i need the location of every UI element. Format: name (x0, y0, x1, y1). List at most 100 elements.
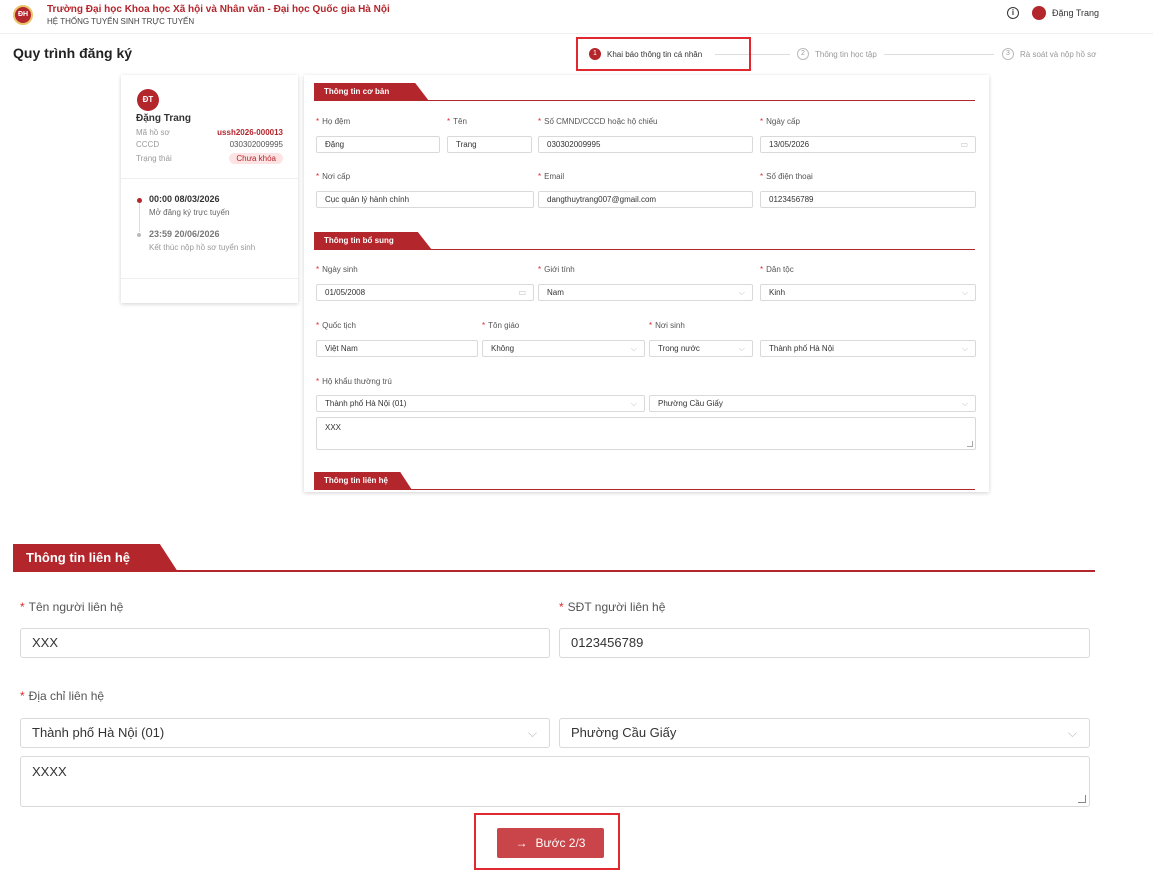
timeline-dot (137, 198, 142, 203)
timeline-desc: Kết thúc nộp hồ sơ tuyển sinh (149, 243, 256, 252)
gioi-tinh-select[interactable]: Nam ⌵ (538, 284, 753, 301)
phone-input[interactable]: 0123456789 (760, 191, 976, 208)
resize-handle[interactable] (967, 441, 973, 447)
label-contact-name: * Tên người liên hệ (20, 600, 124, 614)
ten-input[interactable]: Trang (447, 136, 532, 153)
ho-khau-ward-select[interactable]: Phường Cầu Giấy ⌵ (649, 395, 976, 412)
section-header-extra: Thông tin bổ sung (314, 232, 975, 250)
chevron-down-icon: ⌵ (961, 399, 968, 408)
contact-section-header: Thông tin liên hệ (13, 544, 1095, 572)
profile-card: ĐT Đặng Trang Mã hồ sơ ussh2026-000013 C… (121, 75, 298, 303)
step-highlight-box (576, 37, 751, 71)
timeline-dot (137, 233, 141, 237)
system-name: HỆ THỐNG TUYỂN SINH TRỰC TUYẾN (47, 17, 195, 26)
section-title: Thông tin bổ sung (314, 232, 432, 250)
email-input[interactable]: dangthuytrang007@gmail.com (538, 191, 753, 208)
noi-sinh-value: Thành phố Hà Nội (769, 344, 834, 353)
timeline-line (139, 202, 140, 232)
label-dan-toc: * Dân tộc (760, 265, 794, 274)
label-quoc-tich: * Quốc tịch (316, 321, 356, 330)
avatar: ĐT (137, 89, 159, 111)
section-underline (314, 249, 975, 250)
label-ho-dem: * Họ đệm (316, 117, 351, 126)
profile-name: Đặng Trang (136, 113, 192, 124)
step-number: 2 (797, 48, 809, 60)
step-number: 3 (1002, 48, 1014, 60)
label-email: * Email (538, 172, 565, 181)
dan-toc-select[interactable]: Kinh ⌵ (760, 284, 976, 301)
contact-phone-input[interactable]: 0123456789 (559, 628, 1090, 658)
chevron-down-icon: ⌵ (961, 288, 968, 297)
chevron-down-icon: ⌵ (1067, 726, 1077, 740)
step-label: Rà soát và nộp hồ sơ (1020, 49, 1097, 59)
chevron-down-icon: ⌵ (630, 399, 637, 408)
step-label: Thông tin học tập (815, 49, 877, 59)
calendar-icon[interactable]: ▭ (960, 137, 968, 152)
label-ten: * Tên (447, 117, 467, 126)
user-avatar-icon[interactable] (1032, 6, 1046, 20)
label-cccd: * Số CMND/CCCD hoặc hộ chiếu (538, 117, 658, 126)
contact-province-select[interactable]: Thành phố Hà Nội (01) ⌵ (20, 718, 550, 748)
ho-khau-province-value: Thành phố Hà Nội (01) (325, 399, 407, 408)
section-title: Thông tin liên hệ (314, 472, 412, 490)
info-icon[interactable]: i (1007, 7, 1019, 19)
ho-dem-input[interactable]: Đặng (316, 136, 440, 153)
label-ngay-cap: * Ngày cấp (760, 117, 800, 126)
section-title: Thông tin liên hệ (13, 544, 178, 572)
ton-giao-value: Không (491, 344, 515, 353)
ton-giao-select[interactable]: Không ⌵ (482, 340, 645, 357)
profile-row-cccd: CCCD 030302009995 (136, 140, 283, 149)
ngay-cap-picker[interactable]: 13/05/2026 ▭ (760, 136, 976, 153)
contact-ward-value: Phường Cầu Giấy (571, 725, 677, 740)
ho-khau-detail-textarea[interactable]: XXX (316, 417, 976, 450)
page-title: Quy trình đăng ký (13, 45, 133, 61)
resize-handle[interactable] (1078, 795, 1086, 803)
divider (121, 178, 298, 179)
cccd-input[interactable]: 030302009995 (538, 136, 753, 153)
contact-ward-select[interactable]: Phường Cầu Giấy ⌵ (559, 718, 1090, 748)
label-ton-giao: * Tôn giáo (482, 321, 520, 330)
contact-detail-value: XXXX (32, 764, 67, 779)
ho-khau-detail-value: XXX (325, 423, 342, 432)
gioi-tinh-value: Nam (547, 288, 564, 297)
divider (121, 278, 298, 279)
top-header: ĐH Trường Đại học Khoa học Xã hội và Nhâ… (0, 0, 1153, 34)
label-phone: * Số điện thoại (760, 172, 813, 181)
label-gioi-tinh: * Giới tính (538, 265, 575, 274)
quoc-tich-input[interactable]: Việt Nam (316, 340, 478, 357)
section-underline (314, 100, 975, 101)
label-ngay-sinh: * Ngày sinh (316, 265, 358, 274)
chevron-down-icon: ⌵ (738, 288, 745, 297)
timeline-time: 23:59 20/06/2026 (149, 229, 220, 239)
noi-sinh-select[interactable]: Thành phố Hà Nội ⌵ (760, 340, 976, 357)
section-underline (13, 570, 1095, 572)
university-name: Trường Đại học Khoa học Xã hội và Nhân v… (47, 4, 390, 15)
row-label: Mã hồ sơ (136, 128, 170, 137)
step-2[interactable]: 2 Thông tin học tập (797, 48, 877, 60)
user-menu-name[interactable]: Đặng Trang (1052, 8, 1099, 18)
calendar-icon[interactable]: ▭ (518, 285, 526, 300)
profile-row-status: Trạng thái Chưa khóa (136, 153, 283, 164)
ho-khau-ward-value: Phường Cầu Giấy (658, 399, 723, 408)
label-contact-phone: * SĐT người liên hệ (559, 600, 666, 614)
timeline-desc: Mở đăng ký trực tuyến (149, 208, 230, 217)
contact-name-input[interactable]: XXX (20, 628, 550, 658)
chevron-down-icon: ⌵ (961, 344, 968, 353)
section-header-contact: Thông tin liên hệ (314, 472, 975, 490)
label-noi-cap: * Nơi cấp (316, 172, 351, 181)
noi-sinh-type-select[interactable]: Trong nước ⌵ (649, 340, 753, 357)
noi-sinh-type-value: Trong nước (658, 344, 700, 353)
button-highlight-box (474, 813, 620, 870)
dan-toc-value: Kinh (769, 288, 786, 297)
ho-khau-province-select[interactable]: Thành phố Hà Nội (01) ⌵ (316, 395, 645, 412)
row-value: ussh2026-000013 (217, 128, 283, 137)
step-3[interactable]: 3 Rà soát và nộp hồ sơ (1002, 48, 1096, 60)
contact-detail-textarea[interactable]: XXXX (20, 756, 1090, 807)
university-logo[interactable]: ĐH (13, 5, 33, 25)
ngay-cap-value: 13/05/2026 (769, 140, 810, 149)
label-noi-sinh: * Nơi sinh (649, 321, 685, 330)
ngay-sinh-picker[interactable]: 01/05/2008 ▭ (316, 284, 534, 301)
noi-cap-input[interactable]: Cục quản lý hành chính (316, 191, 534, 208)
section-title: Thông tin cơ bản (314, 83, 429, 101)
label-contact-address: * Địa chỉ liên hệ (20, 689, 105, 703)
